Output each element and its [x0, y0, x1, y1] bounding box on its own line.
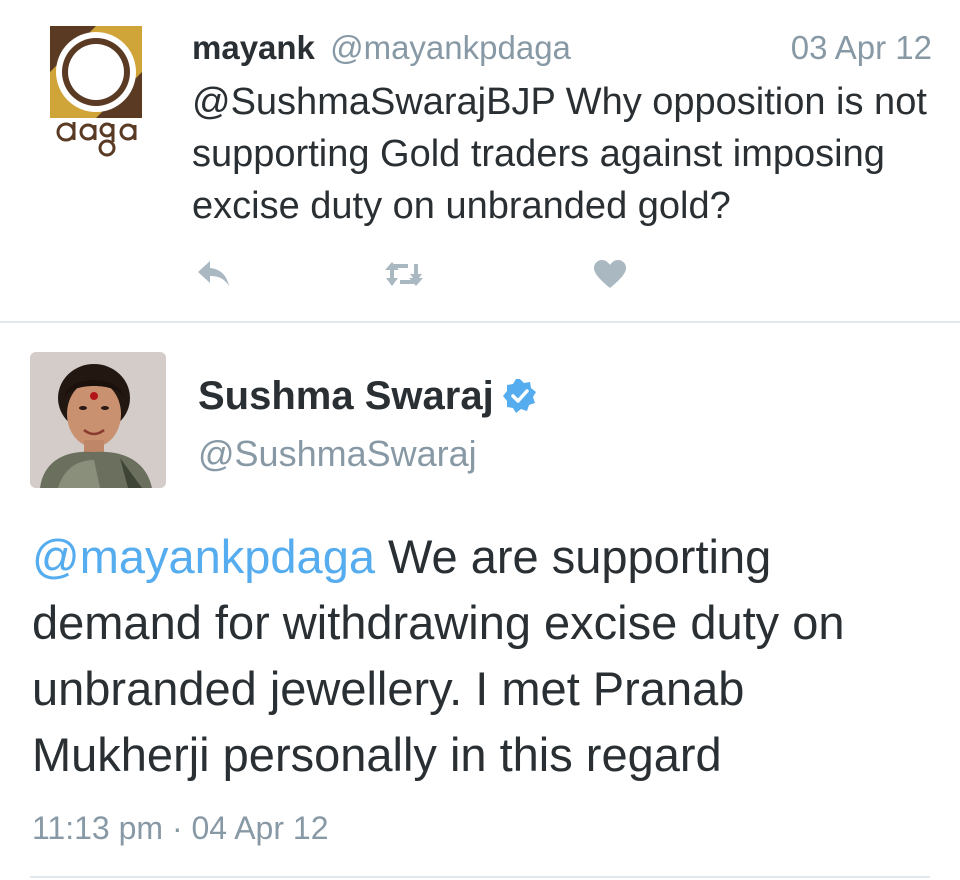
main-tweet-text: @mayankpdaga We are supporting demand fo… — [32, 524, 932, 788]
retweet-icon[interactable] — [382, 252, 426, 296]
main-timestamp[interactable]: 11:13 pm · 04 Apr 12 — [32, 806, 328, 850]
avatar[interactable] — [30, 352, 166, 488]
reply-mention[interactable]: @SushmaSwarajBJP — [192, 81, 555, 123]
daga-logo[interactable] — [50, 26, 142, 160]
reply-tweet[interactable]: mayank @mayankpdaga 03 Apr 12 @SushmaSwa… — [0, 0, 960, 320]
main-mention-link[interactable]: @mayankpdaga — [32, 530, 375, 583]
reply-author-handle[interactable]: @mayankpdaga — [330, 29, 571, 66]
verified-badge-icon — [502, 378, 538, 414]
reply-tweet-text: @SushmaSwarajBJP Why opposition is not s… — [192, 76, 952, 232]
like-icon[interactable] — [588, 252, 632, 296]
reply-author-row: mayank @mayankpdaga 03 Apr 12 — [192, 26, 932, 70]
main-author-name[interactable]: Sushma Swaraj — [198, 374, 494, 419]
reply-date[interactable]: 03 Apr 12 — [791, 26, 932, 70]
reply-actions — [192, 252, 652, 296]
bottom-divider — [30, 876, 930, 878]
reply-icon[interactable] — [192, 252, 236, 296]
reply-author-name[interactable]: mayank — [192, 29, 315, 66]
tweet-divider — [0, 321, 960, 323]
main-author-handle[interactable]: @SushmaSwaraj — [198, 430, 477, 478]
main-author-row: Sushma Swaraj — [198, 368, 538, 424]
